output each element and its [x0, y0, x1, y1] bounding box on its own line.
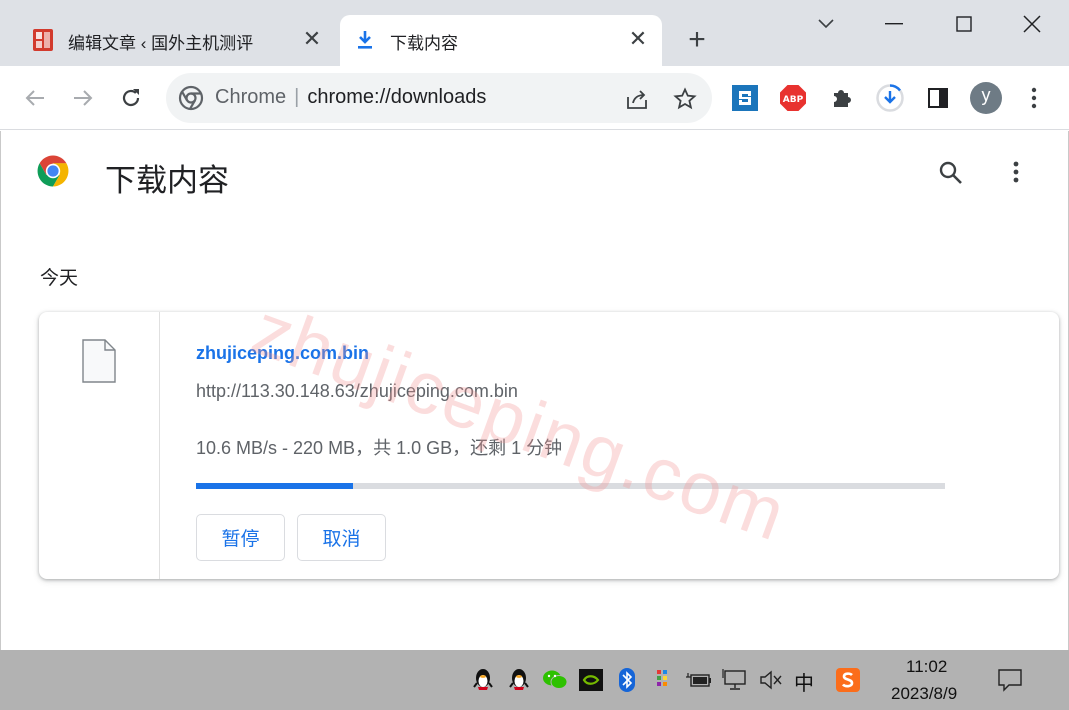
- nvidia-icon[interactable]: [577, 666, 605, 694]
- reload-icon[interactable]: [113, 80, 149, 116]
- battery-plug-icon[interactable]: [685, 666, 713, 694]
- share-icon[interactable]: [624, 86, 650, 112]
- taskbar: 中 11:02 2023/8/9: [0, 650, 1069, 710]
- download-icon: [352, 27, 378, 53]
- clock-date[interactable]: 2023/8/9: [891, 684, 957, 704]
- download-item-card: zhujiceping.com.bin http://113.30.148.63…: [39, 312, 1059, 579]
- forward-icon[interactable]: [65, 80, 101, 116]
- clock-time[interactable]: 11:02: [906, 657, 947, 677]
- file-name-link[interactable]: zhujiceping.com.bin: [196, 343, 369, 364]
- chrome-menu-icon[interactable]: [1018, 82, 1050, 114]
- close-tab-icon[interactable]: ✕: [626, 27, 650, 51]
- tab-title: 编辑文章 ‹ 国外主机测评: [68, 34, 254, 53]
- qq-penguin-icon[interactable]: [469, 666, 497, 694]
- card-divider: [159, 312, 160, 579]
- back-icon[interactable]: [17, 80, 53, 116]
- color-palette-icon[interactable]: [649, 666, 677, 694]
- maximize-icon[interactable]: [940, 6, 988, 42]
- tab-downloads[interactable]: 下载内容 ✕: [340, 15, 662, 66]
- bluetooth-icon[interactable]: [613, 666, 641, 694]
- network-icon[interactable]: [721, 666, 749, 694]
- download-status: 10.6 MB/s - 220 MB，共 1.0 GB，还剩 1 分钟: [196, 438, 563, 458]
- side-panel-icon[interactable]: [922, 82, 954, 114]
- adblock-plus-icon[interactable]: ABP: [777, 82, 809, 114]
- more-actions-icon[interactable]: [1006, 158, 1026, 188]
- close-window-icon[interactable]: [1008, 6, 1056, 42]
- browser-toolbar: Chrome | chrome://downloads ABP y: [0, 66, 1069, 130]
- qq-penguin-icon[interactable]: [505, 666, 533, 694]
- tab-edit-article[interactable]: 编辑文章 ‹ 国外主机测评 ✕: [18, 15, 336, 66]
- input-method-indicator[interactable]: 中: [794, 667, 814, 696]
- page-title: 下载内容: [105, 163, 229, 198]
- download-progress-fill: [196, 483, 354, 489]
- file-icon: [81, 338, 117, 384]
- cancel-button[interactable]: 取消: [297, 514, 386, 561]
- extensions-puzzle-icon[interactable]: [826, 82, 858, 114]
- wechat-icon[interactable]: [541, 666, 569, 694]
- new-tab-button[interactable]: +: [682, 25, 712, 56]
- tab-strip: 编辑文章 ‹ 国外主机测评 ✕ 下载内容 ✕ +: [0, 0, 1069, 66]
- downloads-page: 下载内容 今天 zhujiceping.com.bin http://113.3…: [0, 131, 1069, 650]
- site-chip: Chrome: [215, 86, 287, 108]
- svg-text:ABP: ABP: [783, 95, 804, 105]
- search-downloads-icon[interactable]: [936, 158, 966, 188]
- date-heading: 今天: [40, 268, 79, 289]
- profile-initial: y: [981, 85, 991, 105]
- minimize-icon[interactable]: [870, 6, 918, 42]
- tab-title: 下载内容: [390, 34, 458, 53]
- speaker-muted-icon[interactable]: [757, 666, 785, 694]
- address-bar[interactable]: Chrome | chrome://downloads: [166, 73, 712, 123]
- notification-icon[interactable]: [997, 668, 1023, 692]
- chrome-logo-icon: [178, 85, 204, 111]
- download-progress-bar: [196, 483, 945, 489]
- site-seal-icon: [30, 27, 56, 53]
- sogou-input-icon[interactable]: [834, 666, 862, 694]
- download-progress-icon[interactable]: [874, 82, 906, 114]
- chrome-logo-icon: [36, 154, 70, 188]
- source-url[interactable]: http://113.30.148.63/zhujiceping.com.bin: [196, 381, 518, 402]
- pause-button[interactable]: 暂停: [196, 514, 285, 561]
- close-tab-icon[interactable]: ✕: [300, 27, 324, 51]
- url-text: chrome://downloads: [307, 86, 487, 108]
- profile-avatar[interactable]: y: [970, 82, 1002, 114]
- bookmark-star-icon[interactable]: [672, 86, 698, 112]
- address-text: Chrome | chrome://downloads: [215, 86, 486, 109]
- s-extension-icon[interactable]: [729, 82, 761, 114]
- tab-search-chevron-icon[interactable]: [802, 6, 850, 42]
- address-separator: |: [294, 86, 300, 108]
